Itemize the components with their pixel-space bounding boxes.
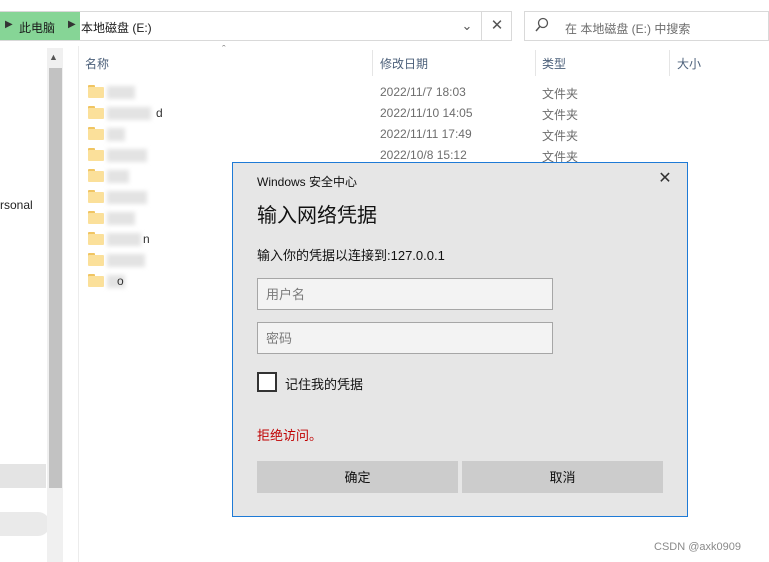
- remember-credentials-checkbox[interactable]: [257, 372, 277, 392]
- watermark: CSDN @axk0909: [654, 541, 741, 553]
- nav-scrollbar-thumb[interactable]: [49, 68, 62, 488]
- file-row[interactable]: 2022/11/11 17:49 文件夹: [79, 124, 769, 145]
- address-bar[interactable]: ▶ 此电脑 ▶ 本地磁盘 (E:) ⌄ ✕: [0, 11, 512, 41]
- column-header-modified[interactable]: 修改日期: [380, 55, 428, 72]
- column-separator[interactable]: [372, 50, 373, 76]
- nav-item-redacted[interactable]: [0, 512, 50, 536]
- breadcrumb-this-pc[interactable]: ▶ 此电脑 ▶: [0, 12, 80, 40]
- dialog-prompt: 输入你的凭据以连接到:127.0.0.1: [257, 248, 445, 263]
- file-name-redacted: [107, 107, 151, 120]
- remember-credentials-label[interactable]: 记住我的凭据: [285, 374, 363, 393]
- file-type: 文件夹: [542, 129, 579, 143]
- file-row[interactable]: d 2022/11/10 14:05 文件夹: [79, 103, 769, 124]
- scroll-up-arrow-icon[interactable]: ▲: [49, 52, 58, 62]
- file-name-redacted: [107, 212, 135, 225]
- error-message: 拒绝访问。: [257, 428, 323, 443]
- chevron-right-icon[interactable]: ▶: [5, 19, 13, 30]
- credential-dialog: Windows 安全中心 ✕ 输入网络凭据 输入你的凭据以连接到:127.0.0…: [232, 162, 688, 517]
- file-type: 文件夹: [542, 108, 579, 122]
- nav-item-redacted[interactable]: [0, 464, 46, 488]
- folder-icon: [88, 253, 104, 266]
- column-header-size[interactable]: 大小: [677, 55, 701, 72]
- column-header-type[interactable]: 类型: [542, 55, 566, 72]
- file-name-redacted: [107, 128, 125, 141]
- file-modified-date: 2022/10/8 15:12: [380, 148, 467, 162]
- file-name-redacted: [107, 254, 145, 267]
- sort-ascending-icon: ˆ: [222, 44, 226, 56]
- chevron-down-icon[interactable]: ⌄: [455, 12, 479, 40]
- cancel-button[interactable]: 取消: [462, 461, 663, 493]
- close-icon[interactable]: ✕: [481, 12, 512, 40]
- folder-icon: [88, 274, 104, 287]
- file-modified-date: 2022/11/11 17:49: [380, 127, 472, 141]
- file-name-fragment: n: [143, 232, 150, 246]
- dialog-caption: Windows 安全中心: [257, 175, 358, 189]
- password-field[interactable]: [257, 322, 553, 354]
- file-type: 文件夹: [542, 87, 579, 101]
- file-name-redacted: [107, 149, 147, 162]
- folder-icon: [88, 85, 104, 98]
- nav-item-label[interactable]: rsonal: [0, 198, 33, 212]
- dialog-title: 输入网络凭据: [257, 205, 377, 227]
- file-list-header: ˆ 名称 修改日期 类型 大小: [79, 44, 769, 76]
- folder-icon: [88, 190, 104, 203]
- column-separator[interactable]: [669, 50, 670, 76]
- folder-icon: [88, 106, 104, 119]
- folder-icon: [88, 127, 104, 140]
- folder-icon: [88, 211, 104, 224]
- folder-icon: [88, 232, 104, 245]
- column-separator[interactable]: [535, 50, 536, 76]
- close-icon[interactable]: ✕: [653, 168, 677, 190]
- search-box[interactable]: 在 本地磁盘 (E:) 中搜索: [524, 11, 769, 41]
- file-name-redacted: [107, 233, 141, 246]
- search-placeholder[interactable]: 在 本地磁盘 (E:) 中搜索: [565, 20, 690, 37]
- file-modified-date: 2022/11/10 14:05: [380, 106, 473, 120]
- file-name-fragment: o: [117, 274, 124, 288]
- breadcrumb-label[interactable]: 此电脑: [19, 19, 55, 36]
- file-name-redacted: [107, 170, 129, 183]
- breadcrumb-current-drive[interactable]: 本地磁盘 (E:): [81, 19, 152, 36]
- file-row[interactable]: 2022/11/7 18:03 文件夹: [79, 82, 769, 103]
- folder-icon: [88, 169, 104, 182]
- folder-icon: [88, 148, 104, 161]
- file-name-redacted: [107, 191, 147, 204]
- search-icon: [535, 17, 549, 32]
- column-header-name[interactable]: 名称: [85, 55, 109, 72]
- file-modified-date: 2022/11/7 18:03: [380, 85, 466, 99]
- file-name-fragment: d: [156, 106, 163, 120]
- navigation-pane: rsonal ▲: [0, 46, 64, 562]
- ok-button[interactable]: 确定: [257, 461, 458, 493]
- file-name-redacted: [107, 86, 135, 99]
- username-field[interactable]: [257, 278, 553, 310]
- chevron-right-icon[interactable]: ▶: [68, 19, 76, 30]
